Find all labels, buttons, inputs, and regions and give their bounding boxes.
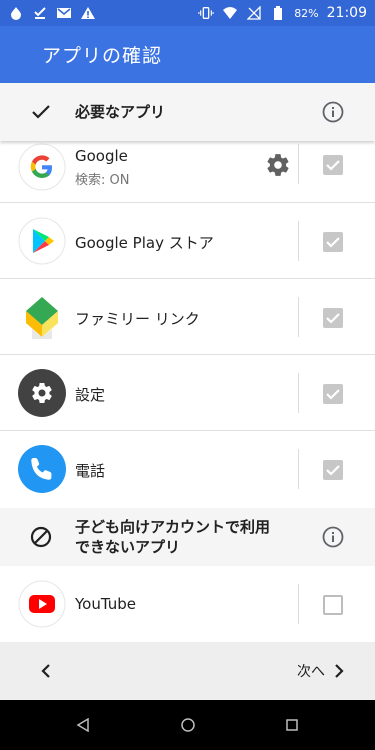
page-title: アプリの確認 (42, 45, 163, 67)
google-icon (18, 143, 66, 191)
battery-icon (270, 5, 286, 21)
app-name: 設定 (75, 386, 106, 404)
app-name: ファミリー リンク (75, 310, 200, 328)
status-icons-left (8, 5, 96, 21)
divider (298, 584, 299, 624)
next-button[interactable]: 次へ (297, 657, 345, 685)
divider (298, 297, 299, 337)
info-icon[interactable] (321, 525, 345, 549)
vibrate-icon (198, 5, 214, 21)
chevron-right-icon (335, 664, 344, 678)
status-bar: 82% 21:09 (0, 0, 375, 26)
battery-percent: 82% (294, 6, 319, 20)
app-bar: アプリの確認 (0, 26, 375, 83)
section-header-required: 必要なアプリ (0, 83, 375, 141)
gear-icon[interactable] (265, 152, 291, 178)
recents-square-icon[interactable] (282, 715, 302, 735)
youtube-icon (18, 580, 66, 628)
app-subtitle: 検索: ON (75, 173, 130, 188)
wifi-icon (222, 5, 238, 21)
app-row-youtube[interactable]: YouTube (0, 566, 375, 642)
no-signal-icon (246, 5, 262, 21)
app-row-settings[interactable]: 設定 (0, 355, 375, 431)
status-icons-right: 82% 21:09 (198, 5, 367, 21)
chevron-left-icon (41, 664, 50, 678)
app-checkbox[interactable] (323, 384, 343, 404)
app-checkbox[interactable] (323, 595, 343, 615)
app-checkbox[interactable] (323, 308, 343, 328)
app-checkbox[interactable] (323, 460, 343, 480)
checkmark-icon (28, 99, 54, 125)
section-label-line1: 子ども向けアカウントで利用 (75, 518, 271, 536)
divider (298, 144, 299, 184)
warning-icon (80, 5, 96, 21)
back-button[interactable] (34, 659, 58, 683)
app-name: 電話 (75, 462, 106, 480)
clock: 21:09 (326, 5, 367, 21)
app-row-phone[interactable]: 電話 (0, 431, 375, 507)
divider (298, 221, 299, 261)
app-name: Google Play ストア (75, 234, 214, 252)
section-label: 必要なアプリ (75, 103, 166, 121)
app-checkbox[interactable] (323, 155, 343, 175)
app-name: YouTube (75, 595, 136, 613)
gmail-icon (56, 5, 72, 21)
section-header-unavailable: 子ども向けアカウントで利用 できないアプリ (0, 508, 375, 566)
settings-app-icon (18, 369, 66, 417)
app-row-family-link[interactable]: ファミリー リンク (0, 279, 375, 355)
app-name: Google (75, 147, 128, 165)
notification-drop-icon (8, 5, 24, 21)
system-navigation-bar (0, 700, 375, 750)
family-link-icon (18, 293, 66, 341)
next-label: 次へ (297, 664, 325, 680)
section-label-line2: できないアプリ (75, 538, 181, 556)
home-circle-icon[interactable] (178, 715, 198, 735)
play-store-icon (18, 217, 66, 265)
section-label: 子ども向けアカウントで利用 できないアプリ (75, 517, 270, 557)
divider (298, 449, 299, 489)
back-triangle-icon[interactable] (73, 715, 93, 735)
blocked-icon (28, 524, 54, 550)
info-icon[interactable] (321, 100, 345, 124)
download-done-icon (32, 5, 48, 21)
app-checkbox[interactable] (323, 232, 343, 252)
phone-icon (18, 445, 66, 493)
app-row-google-play[interactable]: Google Play ストア (0, 203, 375, 279)
divider (298, 373, 299, 413)
bottom-navigation: 次へ (0, 642, 375, 700)
